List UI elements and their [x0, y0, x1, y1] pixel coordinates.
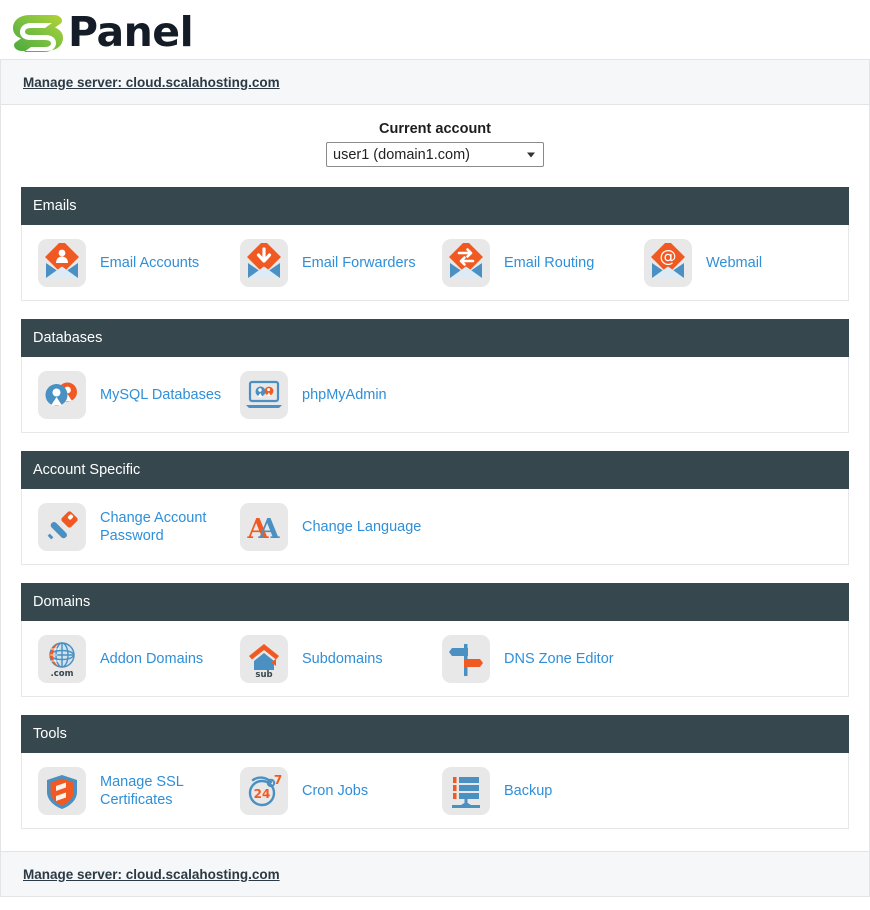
- tile-label: MySQL Databases: [100, 386, 222, 403]
- subdomains-icon: sub: [240, 634, 288, 683]
- section-tools: Tools Manage SSL Certificates 24 7 Cron …: [21, 715, 849, 829]
- tile-change-language[interactable]: A A Change Language: [240, 502, 442, 552]
- section-body: .com Addon Domains sub Subdomains DNS Zo…: [21, 621, 849, 697]
- tile-addon-domains[interactable]: .com Addon Domains: [38, 634, 240, 684]
- tile-label: Webmail: [706, 254, 763, 271]
- manage-server-link-bottom[interactable]: Manage server: cloud.scalahosting.com: [23, 867, 280, 882]
- tile-label: Email Forwarders: [302, 254, 416, 271]
- spanel-s-logo-icon: [10, 9, 66, 57]
- spanel-page: Panel Manage server: cloud.scalahosting.…: [0, 0, 870, 910]
- addon-domains-icon: .com: [38, 634, 86, 683]
- section-title: Tools: [21, 715, 849, 753]
- tile-email-accounts[interactable]: Email Accounts: [38, 238, 240, 288]
- tile-cron-jobs[interactable]: 24 7 Cron Jobs: [240, 766, 442, 816]
- tile-backup[interactable]: Backup: [442, 766, 644, 816]
- tile-label: Addon Domains: [100, 650, 204, 667]
- svg-text:@: @: [660, 247, 677, 267]
- ssl-shield-icon: [38, 766, 86, 815]
- tile-subdomains[interactable]: sub Subdomains: [240, 634, 442, 684]
- tile-label: Backup: [504, 782, 553, 799]
- mysql-databases-icon: [38, 370, 86, 419]
- section-databases: Databases MySQL Databases phpMyAdmin: [21, 319, 849, 433]
- current-account-area: Current account user1 (domain1.com): [1, 105, 869, 167]
- brand-wordmark: Panel: [68, 8, 194, 56]
- dns-zone-editor-icon: [442, 634, 490, 683]
- manage-server-link-top[interactable]: Manage server: cloud.scalahosting.com: [23, 75, 280, 90]
- backup-icon: [442, 766, 490, 815]
- tile-email-forwarders[interactable]: Email Forwarders: [240, 238, 442, 288]
- current-account-value: user1 (domain1.com): [333, 146, 470, 163]
- tile-label: Manage SSL Certificates: [100, 773, 184, 808]
- section-domains: Domains .com Addon Domains sub Subdomain…: [21, 583, 849, 697]
- section-title: Emails: [21, 187, 849, 225]
- svg-text:7: 7: [274, 773, 282, 787]
- current-account-select[interactable]: user1 (domain1.com): [326, 142, 544, 167]
- change-language-icon: A A: [240, 502, 288, 551]
- svg-text:24: 24: [254, 787, 271, 801]
- tile-label: Change Account Password: [100, 509, 207, 544]
- svg-text:A: A: [258, 514, 281, 543]
- tile-label: Email Routing: [504, 254, 595, 271]
- tile-phpmyadmin[interactable]: phpMyAdmin: [240, 370, 442, 420]
- section-account-specific: Account Specific Change Account Password…: [21, 451, 849, 565]
- email-routing-icon: [442, 238, 490, 287]
- tile-label: Email Accounts: [100, 254, 200, 271]
- section-body: Email Accounts Email Forwarders Email Ro…: [21, 225, 849, 301]
- section-emails: Emails Email Accounts Email Forwarders E…: [21, 187, 849, 301]
- tile-label: DNS Zone Editor: [504, 650, 614, 667]
- webmail-icon: @: [644, 238, 692, 287]
- phpmyadmin-icon: [240, 370, 288, 419]
- tile-manage-ssl-certificates[interactable]: Manage SSL Certificates: [38, 766, 240, 816]
- svg-text:sub: sub: [255, 670, 272, 678]
- tile-label: Subdomains: [302, 650, 383, 667]
- email-forwarders-icon: [240, 238, 288, 287]
- tile-label: Change Language: [302, 518, 422, 535]
- cron-jobs-icon: 24 7: [240, 766, 288, 815]
- section-title: Account Specific: [21, 451, 849, 489]
- section-title: Domains: [21, 583, 849, 621]
- manage-server-bar: Manage server: cloud.scalahosting.com: [0, 59, 870, 105]
- main-content: Current account user1 (domain1.com) Emai…: [0, 105, 870, 851]
- tile-dns-zone-editor[interactable]: DNS Zone Editor: [442, 634, 644, 684]
- tile-label: phpMyAdmin: [302, 386, 387, 403]
- tile-change-account-password[interactable]: Change Account Password: [38, 502, 240, 552]
- tile-mysql-databases[interactable]: MySQL Databases: [38, 370, 240, 420]
- current-account-label: Current account: [379, 121, 491, 137]
- tile-label: Cron Jobs: [302, 782, 369, 799]
- chevron-down-icon: [527, 152, 535, 157]
- section-body: MySQL Databases phpMyAdmin: [21, 357, 849, 433]
- key-icon: [38, 502, 86, 551]
- email-accounts-icon: [38, 238, 86, 287]
- brand-header: Panel: [0, 0, 870, 59]
- svg-text:.com: .com: [51, 669, 74, 678]
- tile-email-routing[interactable]: Email Routing: [442, 238, 644, 288]
- manage-server-bar-bottom: Manage server: cloud.scalahosting.com: [0, 851, 870, 897]
- section-title: Databases: [21, 319, 849, 357]
- section-body: Manage SSL Certificates 24 7 Cron Jobs B…: [21, 753, 849, 829]
- tile-webmail[interactable]: @ Webmail: [644, 238, 846, 288]
- section-body: Change Account Password A A Change Langu…: [21, 489, 849, 565]
- sections-list: Emails Email Accounts Email Forwarders E…: [1, 167, 869, 829]
